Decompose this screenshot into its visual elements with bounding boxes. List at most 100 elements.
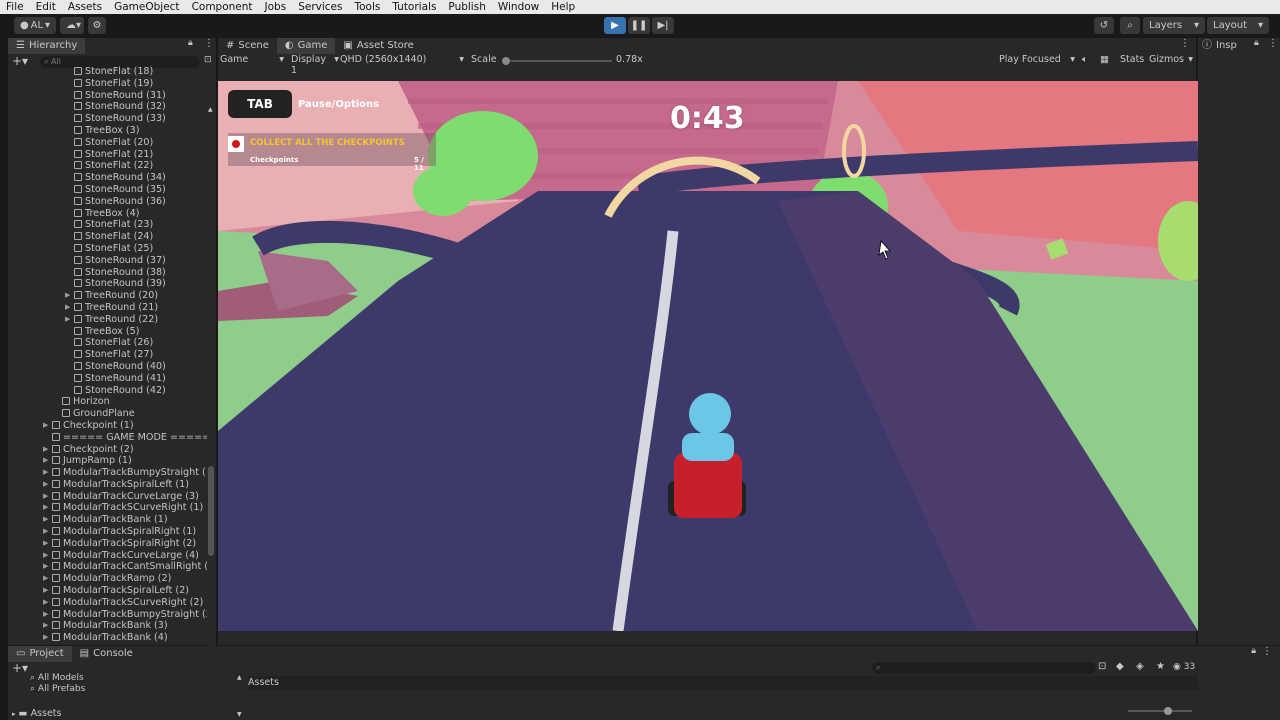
layout-dropdown[interactable]: Layout ▾ — [1207, 17, 1269, 34]
type-filter-icon[interactable]: ◆ — [1116, 661, 1124, 672]
grid-icon[interactable]: ▦ — [1100, 54, 1109, 65]
menu-component[interactable]: Component — [186, 0, 259, 14]
hierarchy-item[interactable]: ▶ ModularTrackSpiralLeft (1) — [8, 479, 208, 491]
hierarchy-item[interactable]: ▶ ModularTrackSpiralLeft (2) — [8, 585, 208, 597]
scroll-down-icon[interactable]: ▼ — [237, 711, 242, 718]
lock-icon[interactable]: 🔒︎ — [188, 38, 193, 48]
hierarchy-item[interactable]: ▶ ModularTrackCantSmallRight (1) — [8, 561, 208, 573]
hierarchy-item[interactable]: StoneFlat (26) — [8, 337, 208, 349]
hierarchy-item[interactable]: StoneFlat (18) — [8, 66, 208, 78]
scale-slider-thumb[interactable] — [502, 57, 510, 65]
cloud-button[interactable]: ☁ ▾ — [60, 17, 84, 34]
hierarchy-item[interactable]: ▶ ModularTrackSCurveRight (2) — [8, 597, 208, 609]
hierarchy-item[interactable]: ▶ Checkpoint (1) — [8, 420, 208, 432]
list-item[interactable]: ⌕ All Prefabs — [30, 684, 85, 695]
expand-arrow-icon[interactable]: ▶ — [43, 514, 48, 526]
hierarchy-item[interactable]: StoneFlat (23) — [8, 219, 208, 231]
hierarchy-item[interactable]: ▶ ModularTrackSpiralRight (2) — [8, 538, 208, 550]
menu-tutorials[interactable]: Tutorials — [386, 0, 442, 14]
history-button[interactable]: ↺ — [1094, 17, 1114, 34]
hierarchy-item[interactable]: StoneFlat (24) — [8, 231, 208, 243]
expand-arrow-icon[interactable]: ▶ — [43, 632, 48, 644]
hierarchy-item[interactable]: TreeBox (5) — [8, 326, 208, 338]
expand-arrow-icon[interactable]: ▶ — [43, 561, 48, 573]
menu-services[interactable]: Services — [292, 0, 348, 14]
hierarchy-item[interactable]: StoneFlat (19) — [8, 78, 208, 90]
hierarchy-item[interactable]: StoneRound (35) — [8, 184, 208, 196]
hierarchy-item[interactable]: StoneFlat (22) — [8, 160, 208, 172]
menu-assets[interactable]: Assets — [62, 0, 108, 14]
hierarchy-item[interactable]: ===== GAME MODE ===== — [8, 432, 208, 444]
menu-tools[interactable]: Tools — [348, 0, 386, 14]
assets-folder-row[interactable]: ▸ ▬ Assets — [8, 708, 244, 720]
hierarchy-item[interactable]: ▶ ModularTrackCurveLarge (3) — [8, 491, 208, 503]
expand-arrow-icon[interactable]: ▶ — [43, 455, 48, 467]
play-button[interactable]: ▶ — [604, 17, 626, 34]
tab-scene[interactable]: # Scene — [218, 38, 277, 54]
tab-inspector[interactable]: ⓘ Insp — [1198, 38, 1241, 54]
expand-arrow-icon[interactable]: ▶ — [43, 526, 48, 538]
filter-icon[interactable]: ⊡ — [1098, 661, 1106, 672]
hierarchy-item[interactable]: StoneFlat (20) — [8, 137, 208, 149]
hierarchy-item[interactable]: StoneRound (42) — [8, 385, 208, 397]
lock-icon[interactable]: 🔒︎ — [1251, 646, 1256, 656]
hierarchy-item[interactable]: StoneRound (36) — [8, 196, 208, 208]
hierarchy-item[interactable]: ▶ Checkpoint (2) — [8, 444, 208, 456]
scroll-up-icon[interactable]: ▲ — [237, 674, 245, 681]
menu-edit[interactable]: Edit — [30, 0, 62, 14]
hierarchy-item[interactable]: TreeBox (3) — [8, 125, 208, 137]
expand-arrow-icon[interactable]: ▶ — [43, 550, 48, 562]
star-icon[interactable]: ★ — [1156, 661, 1165, 672]
search-button[interactable]: ⌕ — [1120, 17, 1140, 34]
stats-button[interactable]: Stats — [1120, 54, 1144, 65]
tab-asset-store[interactable]: ▣ Asset Store — [335, 38, 421, 54]
menu-help[interactable]: Help — [545, 0, 581, 14]
expand-arrow-icon[interactable]: ▶ — [65, 314, 70, 326]
icon-size-slider-thumb[interactable] — [1164, 707, 1172, 715]
expand-arrow-icon[interactable]: ▶ — [43, 538, 48, 550]
hierarchy-item[interactable]: StoneFlat (27) — [8, 349, 208, 361]
more-options-icon[interactable]: ⋮ — [1262, 646, 1272, 657]
hierarchy-item[interactable]: Horizon — [8, 396, 208, 408]
hierarchy-item[interactable]: StoneRound (33) — [8, 113, 208, 125]
hierarchy-item[interactable]: StoneRound (39) — [8, 278, 208, 290]
tab-hierarchy[interactable]: ☰ Hierarchy — [8, 38, 86, 54]
expand-arrow-icon[interactable]: ▶ — [43, 609, 48, 621]
hierarchy-item[interactable]: ▶ ModularTrackBank (4) — [8, 632, 208, 644]
expand-arrow-icon[interactable]: ▶ — [43, 597, 48, 609]
hierarchy-item[interactable]: StoneRound (31) — [8, 90, 208, 102]
hierarchy-scrollbar[interactable]: ▲ ▼ — [207, 106, 215, 680]
breadcrumb-assets[interactable]: Assets — [248, 677, 279, 688]
expand-arrow-icon[interactable]: ▶ — [43, 420, 48, 432]
more-options-icon[interactable]: ⋮ — [1180, 38, 1190, 49]
layers-dropdown[interactable]: Layers ▾ — [1143, 17, 1205, 34]
expand-arrow-icon[interactable]: ▶ — [43, 573, 48, 585]
hierarchy-item[interactable]: StoneRound (37) — [8, 255, 208, 267]
hierarchy-item[interactable]: ▶ ModularTrackBumpyStraight (1) — [8, 467, 208, 479]
tab-console[interactable]: ▤ Console — [72, 646, 141, 662]
expand-arrow-icon[interactable]: ▶ — [43, 585, 48, 597]
hierarchy-item[interactable]: ▶ ModularTrackBumpyStraight (2) — [8, 609, 208, 621]
hierarchy-item[interactable]: StoneRound (34) — [8, 172, 208, 184]
hierarchy-scroll-thumb[interactable] — [208, 466, 214, 556]
folder-scrollbar[interactable]: ▲ ▼ — [237, 674, 245, 718]
more-options-icon[interactable]: ⋮ — [1268, 38, 1278, 49]
hierarchy-item[interactable]: StoneFlat (21) — [8, 149, 208, 161]
expand-arrow-icon[interactable]: ▶ — [43, 467, 48, 479]
hierarchy-item[interactable]: ▶ ModularTrackCurveLarge (4) — [8, 550, 208, 562]
expand-arrow-icon[interactable]: ▶ — [43, 620, 48, 632]
hierarchy-item[interactable]: ▶ ModularTrackSCurveRight (1) — [8, 502, 208, 514]
hierarchy-item[interactable]: StoneRound (32) — [8, 101, 208, 113]
icon-size-slider[interactable] — [1128, 707, 1192, 715]
hierarchy-item[interactable]: ▶ TreeRound (20) — [8, 290, 208, 302]
menu-file[interactable]: File — [0, 0, 30, 14]
tab-project[interactable]: ▭ Project — [8, 646, 72, 662]
collab-button[interactable]: ⚙ — [88, 17, 106, 34]
hierarchy-item[interactable]: ▶ ModularTrackBank (3) — [8, 620, 208, 632]
hierarchy-item[interactable]: StoneRound (38) — [8, 267, 208, 279]
scale-slider[interactable] — [502, 57, 612, 65]
hierarchy-item[interactable]: ▶ TreeRound (21) — [8, 302, 208, 314]
play-focused-dropdown[interactable]: Play Focused ▾ — [999, 54, 1075, 65]
audio-icon[interactable]: 🔈︎ — [1082, 54, 1088, 65]
hierarchy-item[interactable]: TreeBox (4) — [8, 208, 208, 220]
